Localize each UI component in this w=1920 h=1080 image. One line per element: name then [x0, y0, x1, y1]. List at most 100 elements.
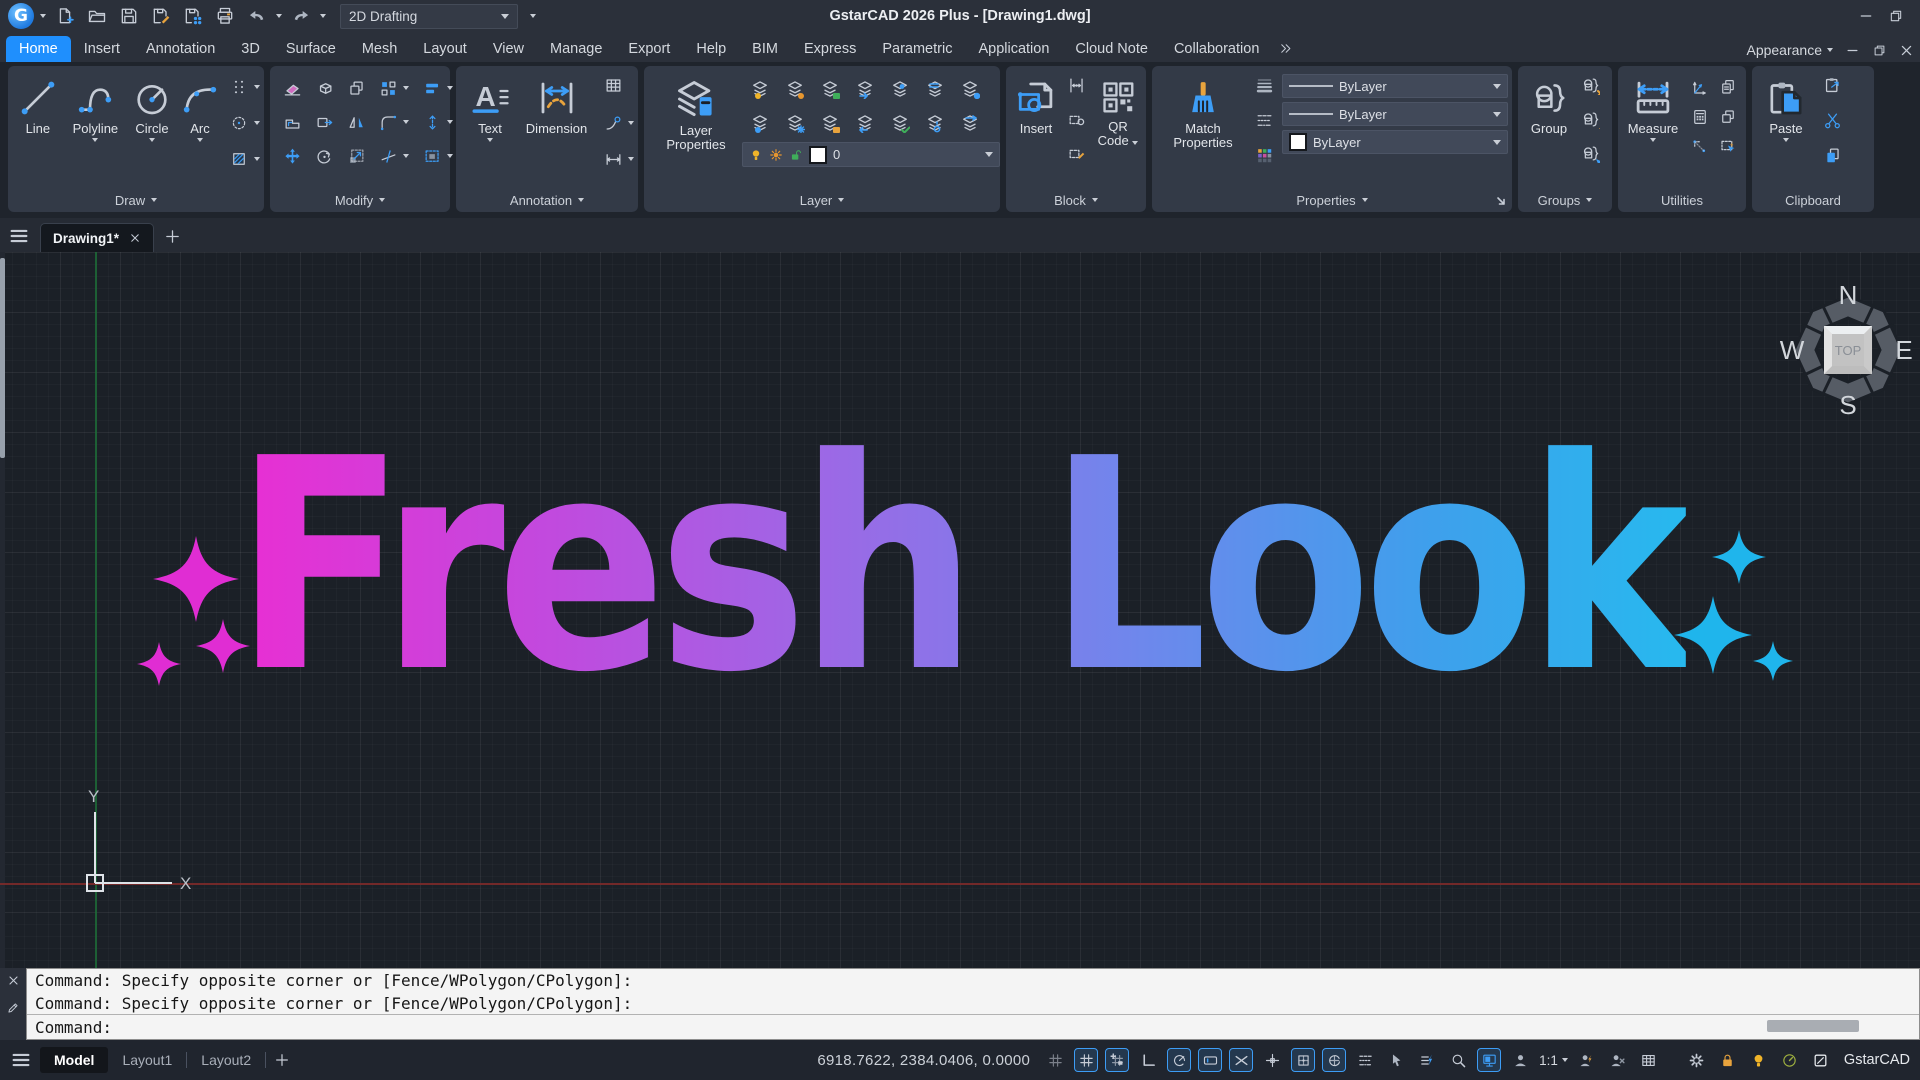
copy-list-button[interactable] — [1714, 74, 1742, 100]
panel-groups-footer[interactable]: Groups — [1518, 188, 1612, 212]
tab-cloud-note[interactable]: Cloud Note — [1062, 36, 1161, 62]
save-button[interactable] — [116, 4, 142, 28]
ui-lock-button[interactable] — [1716, 1048, 1740, 1072]
explode-button[interactable] — [310, 75, 338, 101]
select-box-dropdown-icon[interactable] — [447, 154, 453, 158]
layer-on-icon[interactable] — [746, 76, 774, 102]
close-tab-icon[interactable] — [129, 232, 141, 244]
match-properties-button[interactable]: Match Properties — [1160, 72, 1246, 188]
group-select-button[interactable] — [1576, 140, 1604, 166]
point-tools-dropdown-icon[interactable] — [254, 85, 260, 89]
fillet-button[interactable] — [374, 109, 402, 135]
selection-cycling-toggle[interactable] — [1384, 1048, 1408, 1072]
isometric-draft-toggle[interactable] — [1229, 1048, 1253, 1072]
move-button[interactable] — [278, 143, 306, 169]
layer-off-icon[interactable] — [746, 110, 774, 136]
layer-freeze-icon[interactable] — [781, 110, 809, 136]
block-edit-button[interactable] — [1062, 106, 1090, 132]
tab-3d[interactable]: 3D — [228, 36, 273, 62]
clean-screen-button[interactable] — [1809, 1048, 1833, 1072]
multileader-dropdown-icon[interactable] — [628, 121, 634, 125]
layer-unlock-icon[interactable] — [816, 76, 844, 102]
tab-collaboration[interactable]: Collaboration — [1161, 36, 1272, 62]
layer-isolate-icon[interactable] — [921, 110, 949, 136]
panel-clipboard-footer[interactable]: Clipboard — [1752, 188, 1874, 212]
panel-launcher-icon[interactable] — [1495, 195, 1506, 206]
layer-previous-icon[interactable] — [851, 110, 879, 136]
layout-menu-button[interactable] — [10, 1049, 32, 1071]
doc-menu-button[interactable] — [8, 225, 30, 252]
appearance-menu[interactable]: Appearance — [1746, 42, 1833, 58]
doc-restore-icon[interactable] — [1872, 43, 1887, 58]
panel-draw-footer[interactable]: Draw — [8, 188, 264, 212]
select-box-button[interactable] — [418, 143, 446, 169]
align-button[interactable] — [418, 75, 446, 101]
layout-tab-model[interactable]: Model — [40, 1047, 108, 1073]
lineweight-button[interactable] — [1250, 72, 1278, 98]
annotation-person-toggle[interactable] — [1508, 1048, 1532, 1072]
zoom-tool-button[interactable] — [1446, 1048, 1470, 1072]
export-block-button[interactable] — [310, 109, 338, 135]
auto-annotation-toggle[interactable] — [1575, 1048, 1599, 1072]
ellipse-tools-dropdown-icon[interactable] — [254, 121, 260, 125]
paste-button[interactable]: Paste — [1760, 72, 1812, 188]
hatch-button[interactable] — [225, 146, 253, 172]
grid-display-toggle[interactable] — [1074, 1048, 1098, 1072]
tab-parametric[interactable]: Parametric — [869, 36, 965, 62]
text-dropdown-icon[interactable] — [487, 138, 493, 142]
polyline-button[interactable]: Polyline — [66, 72, 125, 188]
arc-button[interactable]: Arc — [179, 72, 221, 188]
object-snap-tracking-toggle[interactable] — [1322, 1048, 1346, 1072]
tab-overflow-icon[interactable] — [1278, 41, 1293, 56]
block-spacing-button[interactable] — [1062, 72, 1090, 98]
paste-dropdown-icon[interactable] — [1783, 138, 1789, 142]
erase-button[interactable] — [278, 75, 306, 101]
panel-modify-footer[interactable]: Modify — [270, 188, 450, 212]
document-tab-drawing1[interactable]: Drawing1* — [40, 223, 154, 252]
hardware-acceleration-toggle[interactable] — [1477, 1048, 1501, 1072]
copy-nested-button[interactable] — [1714, 104, 1742, 130]
command-scrollbar-thumb[interactable] — [1767, 1020, 1859, 1032]
measure-dropdown-icon[interactable] — [1650, 138, 1656, 142]
layer-tools-toggle[interactable] — [1415, 1048, 1439, 1072]
command-close-icon[interactable] — [7, 974, 20, 987]
ellipse-tools-button[interactable] — [225, 110, 253, 136]
tab-export[interactable]: Export — [615, 36, 683, 62]
save-all-button[interactable] — [180, 4, 206, 28]
tab-home[interactable]: Home — [6, 36, 71, 62]
hatch-dropdown-icon[interactable] — [254, 157, 260, 161]
logo-menu-arrow-icon[interactable] — [40, 14, 46, 18]
object-snap-toggle[interactable] — [1291, 1048, 1315, 1072]
canvas-scrollbar-thumb[interactable] — [0, 258, 5, 458]
gstarcad-logo-icon[interactable]: G — [8, 3, 34, 29]
color-palette-button[interactable] — [1250, 142, 1278, 168]
new-layout-button[interactable] — [274, 1052, 290, 1068]
trim-dropdown-icon[interactable] — [403, 154, 409, 158]
arc-dropdown-icon[interactable] — [197, 138, 203, 142]
panel-utilities-footer[interactable]: Utilities — [1618, 188, 1746, 212]
drawing-canvas[interactable]: Fresh Look TOP N E S W — [0, 252, 1920, 968]
redo-button[interactable] — [288, 4, 314, 28]
undo-menu-arrow-icon[interactable] — [276, 14, 282, 18]
doc-minimize-icon[interactable] — [1845, 43, 1860, 58]
dynamic-input-toggle[interactable] — [1198, 1048, 1222, 1072]
layer-visibility-icon[interactable] — [886, 76, 914, 102]
text-button[interactable]: Text — [466, 72, 514, 188]
mirror-button[interactable] — [342, 109, 370, 135]
command-input-line[interactable]: Command: — [27, 1015, 1919, 1039]
layer-match-icon[interactable] — [921, 76, 949, 102]
layer-brightness-icon[interactable] — [781, 76, 809, 102]
quick-select-button[interactable] — [1714, 134, 1742, 160]
stretch-button[interactable] — [418, 109, 446, 135]
open-file-button[interactable] — [84, 4, 110, 28]
layer-settings-icon[interactable] — [956, 76, 984, 102]
panel-block-footer[interactable]: Block — [1006, 188, 1146, 212]
dimension-linear-button[interactable] — [599, 146, 627, 172]
point-tools-button[interactable] — [225, 74, 253, 100]
print-button[interactable] — [212, 4, 238, 28]
command-edit-icon[interactable] — [6, 1001, 20, 1015]
viewcube-compass[interactable]: TOP N E S W — [1780, 282, 1916, 418]
annotation-scale-control[interactable]: 1:1 — [1539, 1053, 1568, 1068]
scale-button[interactable] — [342, 143, 370, 169]
tab-express[interactable]: Express — [791, 36, 869, 62]
